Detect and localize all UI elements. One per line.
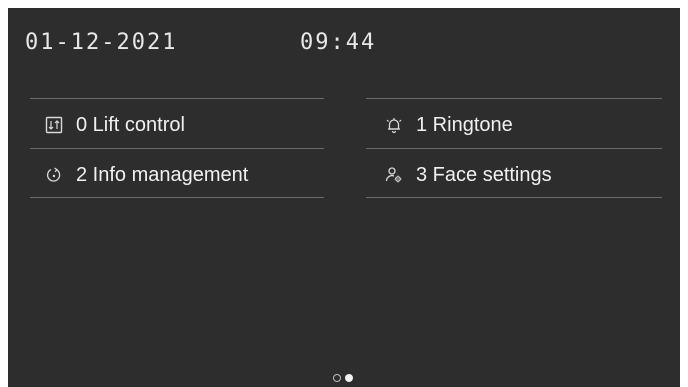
page-indicator: [333, 374, 353, 382]
menu-item-lift-control[interactable]: 0 Lift control: [44, 103, 185, 147]
date-display: 01-12-2021: [25, 30, 178, 55]
lift-icon: [44, 115, 64, 135]
page-dot-2[interactable]: [345, 374, 353, 382]
menu-item-face-settings[interactable]: 3 Face settings: [384, 153, 552, 197]
info-management-icon: [44, 165, 64, 185]
menu-item-label: 3 Face settings: [416, 163, 552, 186]
divider-right-top: [366, 98, 662, 99]
divider-right-middle: [366, 148, 662, 149]
page-dot-1[interactable]: [333, 374, 341, 382]
menu-item-ringtone[interactable]: 1 Ringtone: [384, 103, 513, 147]
bell-icon: [384, 115, 404, 135]
intercom-screen: 01-12-2021 09:44 0 Lift control 1 Ringto…: [8, 8, 680, 387]
menu-item-label: 0 Lift control: [76, 113, 185, 136]
menu-item-info-management[interactable]: 2 Info management: [44, 153, 248, 197]
divider-left-middle: [30, 148, 324, 149]
face-settings-icon: [384, 165, 404, 185]
time-display: 09:44: [300, 30, 377, 55]
menu-item-label: 1 Ringtone: [416, 113, 513, 136]
divider-right-bottom: [366, 197, 662, 198]
menu-item-label: 2 Info management: [76, 163, 249, 186]
status-bar: 01-12-2021 09:44: [8, 8, 680, 68]
divider-left-top: [30, 98, 324, 99]
divider-left-bottom: [30, 197, 324, 198]
